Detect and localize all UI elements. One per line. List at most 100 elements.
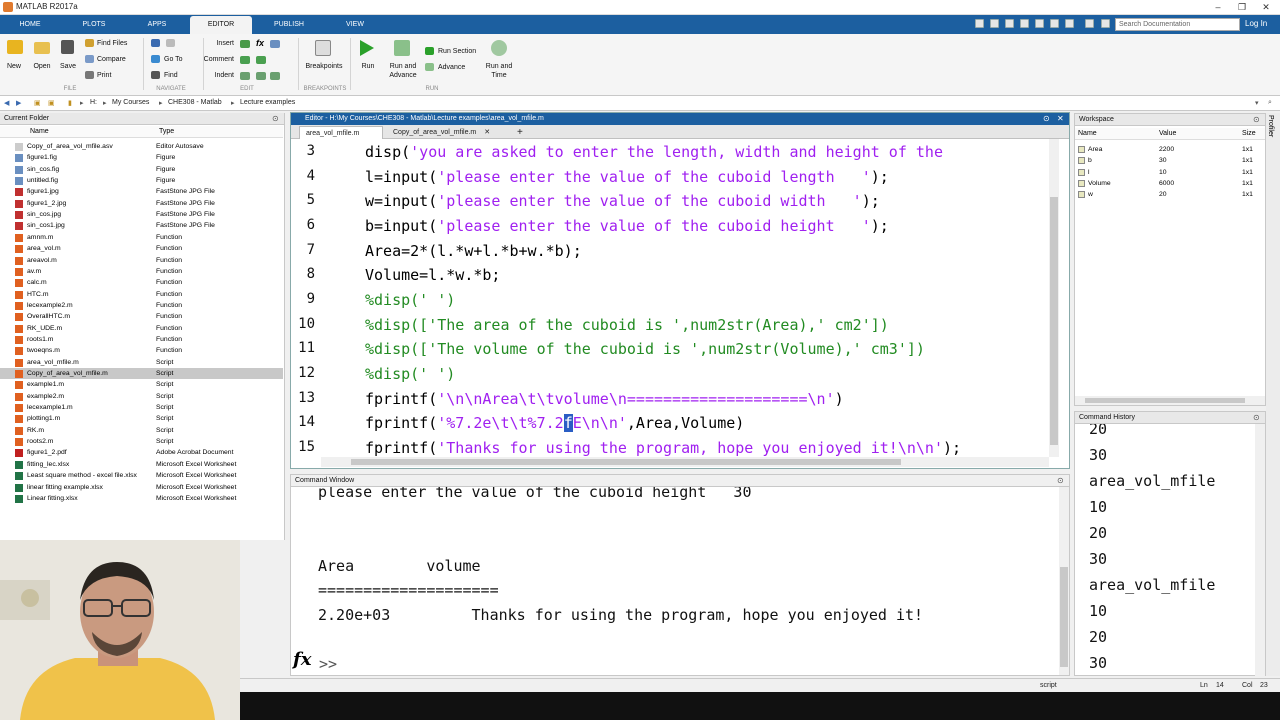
- profiler-sidebar[interactable]: Profiler: [1266, 113, 1280, 676]
- history-entry[interactable]: 10: [1089, 602, 1107, 620]
- col-header-type[interactable]: Type: [159, 128, 174, 135]
- save-button[interactable]: Save: [56, 63, 80, 71]
- find-button[interactable]: Find: [164, 72, 178, 80]
- address-dropdown-icon[interactable]: ▾: [1255, 99, 1259, 107]
- command-window-scroll-thumb[interactable]: [1060, 567, 1068, 667]
- code-area[interactable]: disp('you are asked to enter the length,…: [325, 139, 1049, 457]
- indent-button[interactable]: Indent: [208, 72, 234, 80]
- file-row[interactable]: roots2.m Script: [0, 436, 283, 447]
- uncomment-icon[interactable]: [256, 56, 266, 64]
- col-header-name[interactable]: Name: [30, 128, 49, 135]
- close-icon[interactable]: ✕: [1254, 0, 1278, 15]
- forward-arrow-icon[interactable]: [166, 39, 175, 47]
- cut-quick-icon[interactable]: [1005, 19, 1014, 28]
- command-prompt[interactable]: >>: [319, 655, 337, 673]
- history-entry[interactable]: 20: [1089, 424, 1107, 438]
- file-row[interactable]: twoeqns.m Function: [0, 345, 283, 356]
- run-and-time-button-line2[interactable]: Time: [483, 72, 515, 80]
- workspace-variable-row[interactable]: Volume 6000 1x1: [1075, 178, 1265, 189]
- file-row[interactable]: sin_cos.fig Figure: [0, 164, 283, 175]
- compare-button[interactable]: Compare: [97, 56, 126, 64]
- breadcrumb-item[interactable]: H:: [90, 99, 97, 106]
- file-row[interactable]: example2.m Script: [0, 391, 283, 402]
- col-header-size[interactable]: Size: [1242, 130, 1256, 137]
- file-row[interactable]: area_vol_mfile.m Script: [0, 357, 283, 368]
- run-section-button[interactable]: Run Section: [438, 48, 476, 56]
- file-row[interactable]: av.m Function: [0, 266, 283, 277]
- file-row[interactable]: calc.m Function: [0, 277, 283, 288]
- insert-button[interactable]: Insert: [208, 40, 234, 48]
- file-row[interactable]: figure1.jpg FastStone JPG File: [0, 186, 283, 197]
- file-row[interactable]: untitled.fig Figure: [0, 175, 283, 186]
- insert-function-icon[interactable]: fx: [256, 38, 264, 48]
- history-entry[interactable]: 20: [1089, 628, 1107, 646]
- print-button[interactable]: Print: [97, 72, 111, 80]
- run-and-advance-button-line2[interactable]: Advance: [386, 72, 420, 80]
- file-row[interactable]: sin_cos1.jpg FastStone JPG File: [0, 220, 283, 231]
- file-row[interactable]: figure1_2.pdf Adobe Acrobat Document: [0, 447, 283, 458]
- history-entry[interactable]: 10: [1089, 498, 1107, 516]
- breadcrumb-item[interactable]: CHE308 - Matlab: [168, 99, 222, 106]
- maximize-icon[interactable]: ❐: [1230, 0, 1254, 15]
- command-window-panel[interactable]: Command Window ⊙ please enter the value …: [290, 474, 1070, 676]
- workspace-scroll-thumb[interactable]: [1085, 398, 1245, 403]
- back-arrow-icon[interactable]: [151, 39, 160, 47]
- current-folder-address-bar[interactable]: ◀ ▶ ▣ ▣ ▮ ▸ H: ▸ My Courses ▸ CHE308 - M…: [0, 96, 1280, 111]
- file-row[interactable]: figure1_2.jpg FastStone JPG File: [0, 198, 283, 209]
- tab-editor[interactable]: EDITOR: [190, 16, 252, 34]
- go-to-button[interactable]: Go To: [164, 56, 183, 64]
- tab-view[interactable]: VIEW: [326, 16, 384, 34]
- smart-indent-icon[interactable]: [270, 72, 280, 80]
- panel-options-icon[interactable]: ⊙: [1253, 413, 1260, 422]
- file-row[interactable]: Copy_of_area_vol_mfile.m Script: [0, 368, 283, 380]
- browse-folder-icon[interactable]: ▣: [48, 99, 55, 107]
- editor-close-icon[interactable]: ✕: [1057, 114, 1064, 123]
- col-header-name[interactable]: Name: [1078, 130, 1097, 137]
- login-link[interactable]: Log In: [1245, 17, 1277, 31]
- file-row[interactable]: Copy_of_area_vol_mfile.asv Editor Autosav…: [0, 141, 283, 152]
- file-row[interactable]: roots1.m Function: [0, 334, 283, 345]
- file-row[interactable]: OverallHTC.m Function: [0, 311, 283, 322]
- switch-windows-icon[interactable]: [1085, 19, 1094, 28]
- history-entry[interactable]: 30: [1089, 550, 1107, 568]
- breakpoints-button[interactable]: Breakpoints: [302, 63, 346, 71]
- up-folder-icon[interactable]: ▣: [34, 99, 41, 107]
- copy-quick-icon[interactable]: [1020, 19, 1029, 28]
- history-entry[interactable]: 30: [1089, 446, 1107, 464]
- run-button[interactable]: Run: [356, 63, 380, 71]
- find-files-button[interactable]: Find Files: [97, 40, 127, 48]
- panel-options-icon[interactable]: ⊙: [1253, 115, 1260, 124]
- insert-section-icon[interactable]: [240, 40, 250, 48]
- help-quick-icon[interactable]: [1101, 19, 1110, 28]
- fx-icon[interactable]: fx: [293, 649, 311, 670]
- back-arrow-icon[interactable]: ◀: [4, 99, 9, 107]
- file-row[interactable]: example1.m Script: [0, 379, 283, 390]
- file-row[interactable]: sin_cos.jpg FastStone JPG File: [0, 209, 283, 220]
- file-row[interactable]: amnm.m Function: [0, 232, 283, 243]
- new-tab-icon[interactable]: +: [511, 126, 527, 139]
- file-row[interactable]: linear fitting example.xlsx Microsoft Exc…: [0, 482, 283, 493]
- file-row[interactable]: Linear fitting.xlsx Microsoft Excel Works…: [0, 493, 283, 504]
- file-row[interactable]: HTC.m Function: [0, 289, 283, 300]
- panel-options-icon[interactable]: ⊙: [272, 114, 279, 123]
- run-and-time-button-line1[interactable]: Run and: [483, 63, 515, 71]
- file-row[interactable]: RK.m Script: [0, 425, 283, 436]
- panel-options-icon[interactable]: ⊙: [1057, 476, 1064, 485]
- quick-access-icon[interactable]: [975, 19, 984, 28]
- editor-tab-area-vol-mfile[interactable]: area_vol_mfile.m: [299, 126, 383, 139]
- workspace-variable-row[interactable]: b 30 1x1: [1075, 155, 1265, 166]
- profiler-label[interactable]: Profiler: [1267, 115, 1274, 137]
- workspace-variable-row[interactable]: l 10 1x1: [1075, 167, 1265, 178]
- open-button[interactable]: Open: [30, 63, 54, 71]
- history-entry[interactable]: area_vol_mfile: [1089, 472, 1215, 490]
- undo-quick-icon[interactable]: [1050, 19, 1059, 28]
- col-header-value[interactable]: Value: [1159, 130, 1176, 137]
- breadcrumb-item[interactable]: Lecture examples: [240, 99, 295, 106]
- workspace-variable-row[interactable]: w 20 1x1: [1075, 189, 1265, 200]
- run-and-advance-button-line1[interactable]: Run and: [386, 63, 420, 71]
- breadcrumb-item[interactable]: My Courses: [112, 99, 149, 106]
- advance-button[interactable]: Advance: [438, 64, 465, 72]
- tab-home[interactable]: HOME: [6, 16, 54, 34]
- tab-apps[interactable]: APPS: [128, 16, 186, 34]
- history-entry[interactable]: 20: [1089, 524, 1107, 542]
